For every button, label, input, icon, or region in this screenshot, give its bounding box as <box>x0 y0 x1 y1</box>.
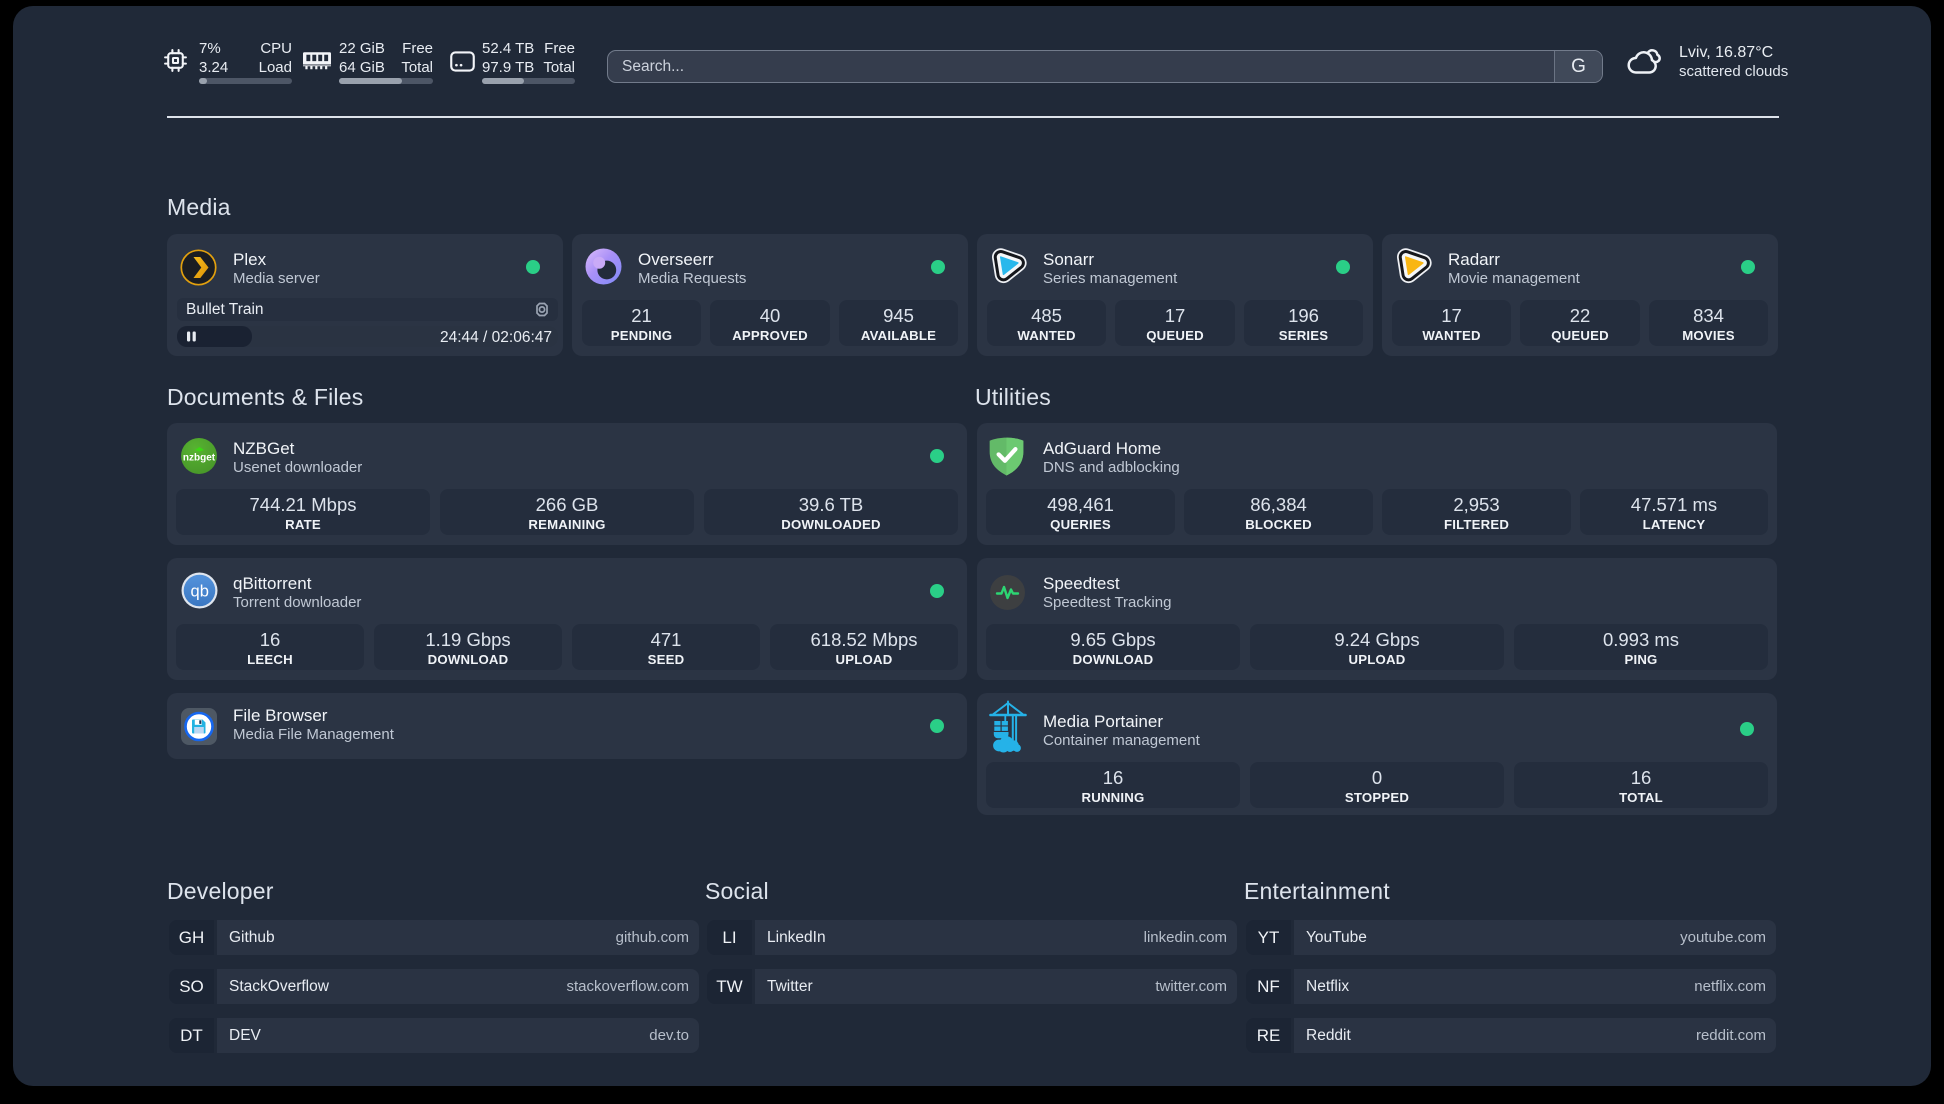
svg-text:nzbget: nzbget <box>183 453 216 464</box>
svg-text:qb: qb <box>191 583 209 601</box>
